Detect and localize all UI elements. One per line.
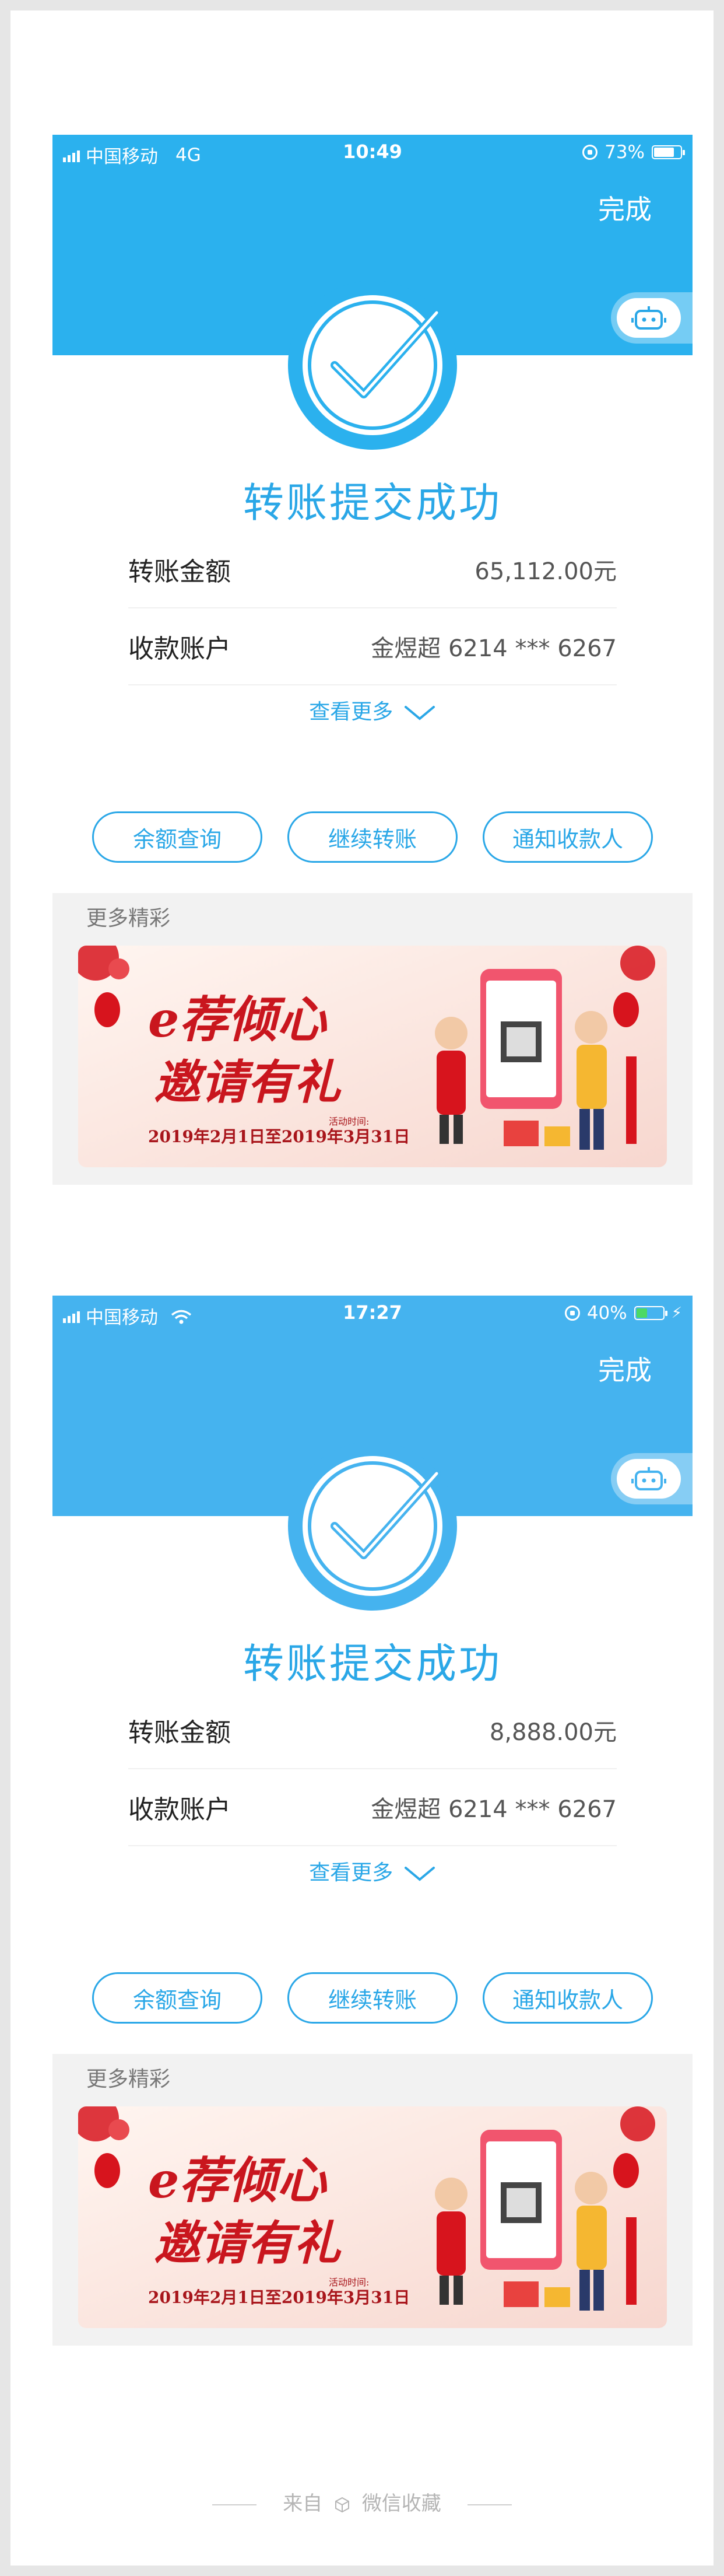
done-button[interactable]: 完成 bbox=[598, 188, 652, 227]
notify-payee-button[interactable]: 通知收款人 bbox=[483, 1972, 653, 2024]
done-button[interactable]: 完成 bbox=[598, 1349, 652, 1388]
robot-icon bbox=[631, 306, 666, 330]
payee-label: 收款账户 bbox=[128, 1795, 231, 1825]
continue-transfer-button[interactable]: 继续转账 bbox=[287, 811, 458, 863]
chevron-down-icon bbox=[404, 1867, 435, 1881]
assistant-robot-button[interactable] bbox=[611, 292, 693, 344]
banner-dates: 2019年2月1日至2019年3月31日 bbox=[148, 1127, 410, 1146]
banner-slogan-2: 邀请有礼 bbox=[154, 2216, 340, 2270]
battery-icon bbox=[652, 145, 685, 159]
action-buttons: 余额查询 继续转账 通知收款人 bbox=[92, 1972, 653, 2024]
balance-query-button[interactable]: 余额查询 bbox=[92, 811, 262, 863]
result-title: 转账提交成功 bbox=[243, 479, 502, 527]
payee-value: 金煜超 6214 *** 6267 bbox=[371, 635, 617, 662]
battery-percent: 40% bbox=[586, 1303, 627, 1324]
battery-percent: 73% bbox=[604, 142, 645, 163]
payee-value: 金煜超 6214 *** 6267 bbox=[371, 1796, 617, 1823]
view-more-label: 查看更多 bbox=[309, 700, 393, 724]
amount-value: 65,112.00元 bbox=[475, 558, 617, 585]
payee-row: 收款账户 金煜超 6214 *** 6267 bbox=[128, 608, 617, 685]
notify-payee-button[interactable]: 通知收款人 bbox=[483, 811, 653, 863]
view-more-link[interactable]: 查看更多 bbox=[52, 695, 693, 725]
divider-right bbox=[467, 2504, 512, 2505]
screenshot-2: 中国移动 17:27 40% ⚡ 完成 转账提交成功 转账金额 8,888.00… bbox=[52, 1296, 693, 2346]
promo-banner[interactable]: e荐倾心 邀请有礼 活动时间: 2019年2月1日至2019年3月31日 bbox=[78, 946, 667, 1167]
chevron-down-icon bbox=[404, 706, 435, 720]
payee-label: 收款账户 bbox=[128, 634, 231, 664]
amount-value: 8,888.00元 bbox=[489, 1719, 617, 1746]
amount-row: 转账金额 65,112.00元 bbox=[128, 531, 617, 608]
continue-transfer-button[interactable]: 继续转账 bbox=[287, 1972, 458, 2024]
charging-icon: ⚡ bbox=[671, 1304, 682, 1322]
promo-banner[interactable]: e荐倾心 邀请有礼 活动时间: 2019年2月1日至2019年3月31日 bbox=[78, 2106, 667, 2328]
more-section-heading: 更多精彩 bbox=[86, 2067, 171, 2091]
battery-icon bbox=[634, 1306, 667, 1320]
screenshot-1: 中国移动 4G 10:49 73% 完成 转账提交成功 转账金额 65,112.… bbox=[52, 135, 693, 1185]
divider-left bbox=[212, 2504, 257, 2505]
more-section-heading: 更多精彩 bbox=[86, 907, 171, 930]
payee-row: 收款账户 金煜超 6214 *** 6267 bbox=[128, 1769, 617, 1846]
assistant-robot-button[interactable] bbox=[611, 1453, 693, 1504]
status-bar: 中国移动 17:27 40% ⚡ bbox=[52, 1296, 693, 1331]
success-check-icon bbox=[288, 1441, 457, 1611]
collage-frame: 中国移动 4G 10:49 73% 完成 转账提交成功 转账金额 65,112.… bbox=[10, 10, 714, 2566]
cube-icon bbox=[335, 2497, 349, 2512]
banner-slogan-1: e荐倾心 bbox=[148, 2151, 326, 2209]
robot-icon bbox=[631, 1467, 666, 1490]
status-bar: 中国移动 4G 10:49 73% bbox=[52, 135, 693, 170]
amount-label: 转账金额 bbox=[128, 557, 231, 587]
success-check-icon bbox=[288, 281, 457, 450]
action-buttons: 余额查询 继续转账 通知收款人 bbox=[92, 811, 653, 863]
banner-slogan-2: 邀请有礼 bbox=[154, 1055, 340, 1110]
amount-label: 转账金额 bbox=[128, 1718, 231, 1748]
result-title: 转账提交成功 bbox=[243, 1640, 502, 1688]
banner-dates: 2019年2月1日至2019年3月31日 bbox=[148, 2288, 410, 2307]
amount-row: 转账金额 8,888.00元 bbox=[128, 1692, 617, 1769]
rotation-lock-icon bbox=[564, 1306, 580, 1321]
view-more-link[interactable]: 查看更多 bbox=[52, 1856, 693, 1886]
more-section: 更多精彩 e荐倾心 邀请有礼 活动时间: 2019年2月1日至2019年3月31… bbox=[52, 2054, 693, 2346]
footer-from: 来自 bbox=[283, 2492, 323, 2515]
footer-source: 微信收藏 bbox=[361, 2492, 441, 2515]
more-section: 更多精彩 e荐倾心 邀请有礼 活动时间: 2019年2月1日至2019年3月31… bbox=[52, 893, 693, 1185]
banner-slogan-1: e荐倾心 bbox=[148, 991, 326, 1048]
balance-query-button[interactable]: 余额查询 bbox=[92, 1972, 262, 2024]
view-more-label: 查看更多 bbox=[309, 1861, 393, 1885]
footer-attribution: 来自 微信收藏 bbox=[10, 2487, 714, 2516]
rotation-lock-icon bbox=[582, 145, 598, 160]
